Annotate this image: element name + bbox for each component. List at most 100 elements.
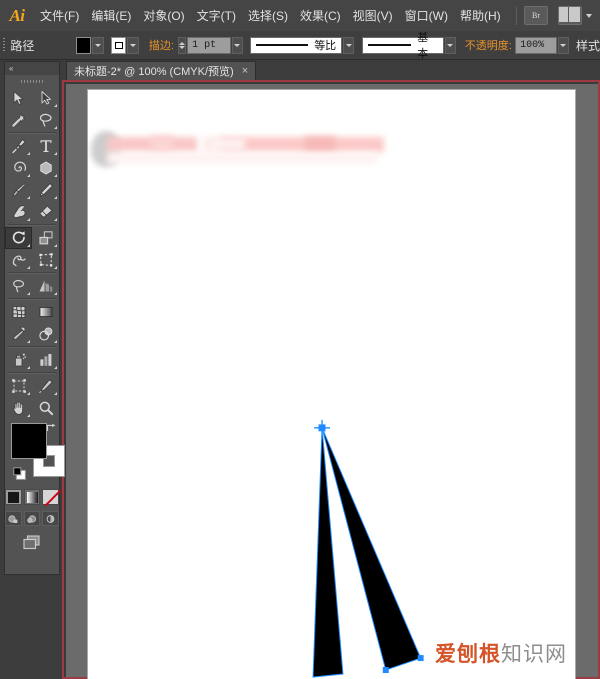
- artwork-layer[interactable]: [88, 90, 575, 679]
- draw-behind-button[interactable]: [24, 511, 41, 526]
- double-chevron-left-icon: «: [9, 64, 12, 73]
- document-tab-strip: 未标题-2* @ 100% (CMYK/预览) ×: [62, 61, 600, 80]
- pen-nib-icon: [11, 138, 27, 154]
- spiral-icon: [11, 160, 27, 176]
- color-mode-button[interactable]: [5, 489, 22, 505]
- screen-mode-button[interactable]: [21, 533, 43, 553]
- column-graph-tool[interactable]: [32, 349, 59, 371]
- swap-fill-stroke-icon[interactable]: [45, 422, 57, 434]
- fill-color-swatch[interactable]: [76, 37, 91, 54]
- fill-swatch-dropdown-icon[interactable]: [92, 37, 103, 54]
- opacity-label[interactable]: 不透明度:: [465, 37, 512, 53]
- shape-builder-tool[interactable]: [5, 275, 32, 297]
- slice-tool[interactable]: [32, 375, 59, 397]
- pencil-tool[interactable]: [32, 179, 59, 201]
- stroke-weight-label[interactable]: 描边:: [149, 37, 174, 53]
- stroke-weight-dropdown-icon[interactable]: [232, 37, 243, 54]
- menu-help[interactable]: 帮助(H): [454, 0, 507, 31]
- zoom-tool[interactable]: [32, 397, 59, 419]
- paintbrush-tool[interactable]: [5, 179, 32, 201]
- artboard-tool[interactable]: [5, 375, 32, 397]
- menu-bar: Ai 文件(F) 编辑(E) 对象(O) 文字(T) 选择(S) 效果(C) 视…: [0, 0, 600, 32]
- draw-inside-button[interactable]: [42, 511, 59, 526]
- menu-effect[interactable]: 效果(C): [294, 0, 347, 31]
- stroke-weight-stepper[interactable]: [178, 37, 186, 54]
- selection-tool[interactable]: [5, 87, 32, 109]
- stroke-profile-dropdown-icon[interactable]: [343, 37, 354, 54]
- watermark-highlight: 爱刨根: [435, 638, 501, 668]
- tools-panel-grip[interactable]: [5, 75, 59, 87]
- blend-tool[interactable]: [32, 323, 59, 345]
- brush-definition-dropdown-icon[interactable]: [445, 37, 456, 54]
- gradient-tool[interactable]: [32, 301, 59, 323]
- eyedropper-tool[interactable]: [5, 323, 32, 345]
- chevron-down-icon[interactable]: [586, 14, 592, 18]
- zoom-magnifier-icon: [38, 400, 54, 416]
- rotate-tool[interactable]: [5, 227, 32, 249]
- opacity-dropdown-icon[interactable]: [558, 37, 569, 54]
- menu-window[interactable]: 窗口(W): [399, 0, 454, 31]
- symbol-sprayer-tool[interactable]: [5, 349, 32, 371]
- type-tool[interactable]: [32, 135, 59, 157]
- tools-panel-collapse-button[interactable]: «: [5, 62, 59, 75]
- type-letter-t-icon: [38, 138, 54, 154]
- canvas-area[interactable]: 爱刨根 知识网: [66, 84, 598, 677]
- opacity-input[interactable]: 100%: [515, 37, 557, 54]
- blob-brush-tool[interactable]: [5, 201, 32, 223]
- magic-wand-icon: [11, 112, 27, 128]
- menu-file[interactable]: 文件(F): [34, 0, 85, 31]
- scale-tool[interactable]: [32, 227, 59, 249]
- default-fill-stroke-icon[interactable]: [13, 467, 27, 481]
- free-transform-tool[interactable]: [32, 249, 59, 271]
- spiral-tool[interactable]: [5, 157, 32, 179]
- draw-behind-icon: [27, 514, 38, 524]
- menu-type[interactable]: 文字(T): [191, 0, 242, 31]
- fill-color-box[interactable]: [11, 423, 47, 459]
- control-bar: 路径 描边: 1 pt 等比 基本 不透明度: 100%: [0, 31, 600, 60]
- brush-definition-combo[interactable]: 基本: [362, 37, 444, 54]
- menu-select[interactable]: 选择(S): [242, 0, 294, 31]
- anchor-top[interactable]: [314, 420, 330, 436]
- color-controls: [11, 423, 59, 485]
- lasso-tool[interactable]: [32, 109, 59, 131]
- polygon-tool[interactable]: [32, 157, 59, 179]
- close-icon[interactable]: ×: [242, 65, 248, 77]
- stroke-profile-combo[interactable]: 等比: [250, 37, 342, 54]
- stroke-weight-input[interactable]: 1 pt: [187, 37, 230, 54]
- menu-object[interactable]: 对象(O): [137, 0, 190, 31]
- workspace-switcher-icon[interactable]: [558, 6, 582, 25]
- app-logo-icon: Ai: [0, 0, 34, 31]
- styles-label[interactable]: 样式: [576, 37, 600, 54]
- gradient-mode-button[interactable]: [24, 489, 41, 505]
- document-tab[interactable]: 未标题-2* @ 100% (CMYK/预览) ×: [66, 61, 256, 80]
- none-mode-button[interactable]: [42, 489, 59, 505]
- mesh-tool[interactable]: [5, 301, 32, 323]
- direct-selection-tool[interactable]: [32, 87, 59, 109]
- shape-builder-icon: [11, 278, 27, 294]
- menu-edit[interactable]: 编辑(E): [85, 0, 137, 31]
- paint-mode-buttons: [5, 489, 59, 505]
- perspective-grid-tool[interactable]: [32, 275, 59, 297]
- hand-tool[interactable]: [5, 397, 32, 419]
- artboard-icon: [11, 378, 27, 394]
- warp-tool[interactable]: [5, 249, 32, 271]
- control-bar-grip[interactable]: [0, 31, 8, 59]
- draw-normal-button[interactable]: [5, 511, 22, 526]
- stroke-swatch-dropdown-icon[interactable]: [127, 37, 138, 54]
- eraser-icon: [38, 204, 54, 220]
- artboard[interactable]: 爱刨根 知识网: [87, 89, 576, 679]
- eraser-tool[interactable]: [32, 201, 59, 223]
- slice-knife-icon: [38, 378, 54, 394]
- pen-tool[interactable]: [5, 135, 32, 157]
- menu-bar-divider: [516, 7, 517, 25]
- anchor-right-lower[interactable]: [418, 655, 424, 661]
- anchor-right-bottom[interactable]: [383, 667, 389, 673]
- menu-view[interactable]: 视图(V): [347, 0, 399, 31]
- stroke-color-swatch[interactable]: [111, 37, 126, 54]
- watermark-normal: 知识网: [501, 638, 567, 668]
- bridge-icon[interactable]: Br: [524, 6, 548, 25]
- magic-wand-tool[interactable]: [5, 109, 32, 131]
- screen-mode-row: [5, 533, 59, 553]
- blob-brush-icon: [11, 204, 27, 220]
- document-window: 爱刨根 知识网: [62, 80, 600, 679]
